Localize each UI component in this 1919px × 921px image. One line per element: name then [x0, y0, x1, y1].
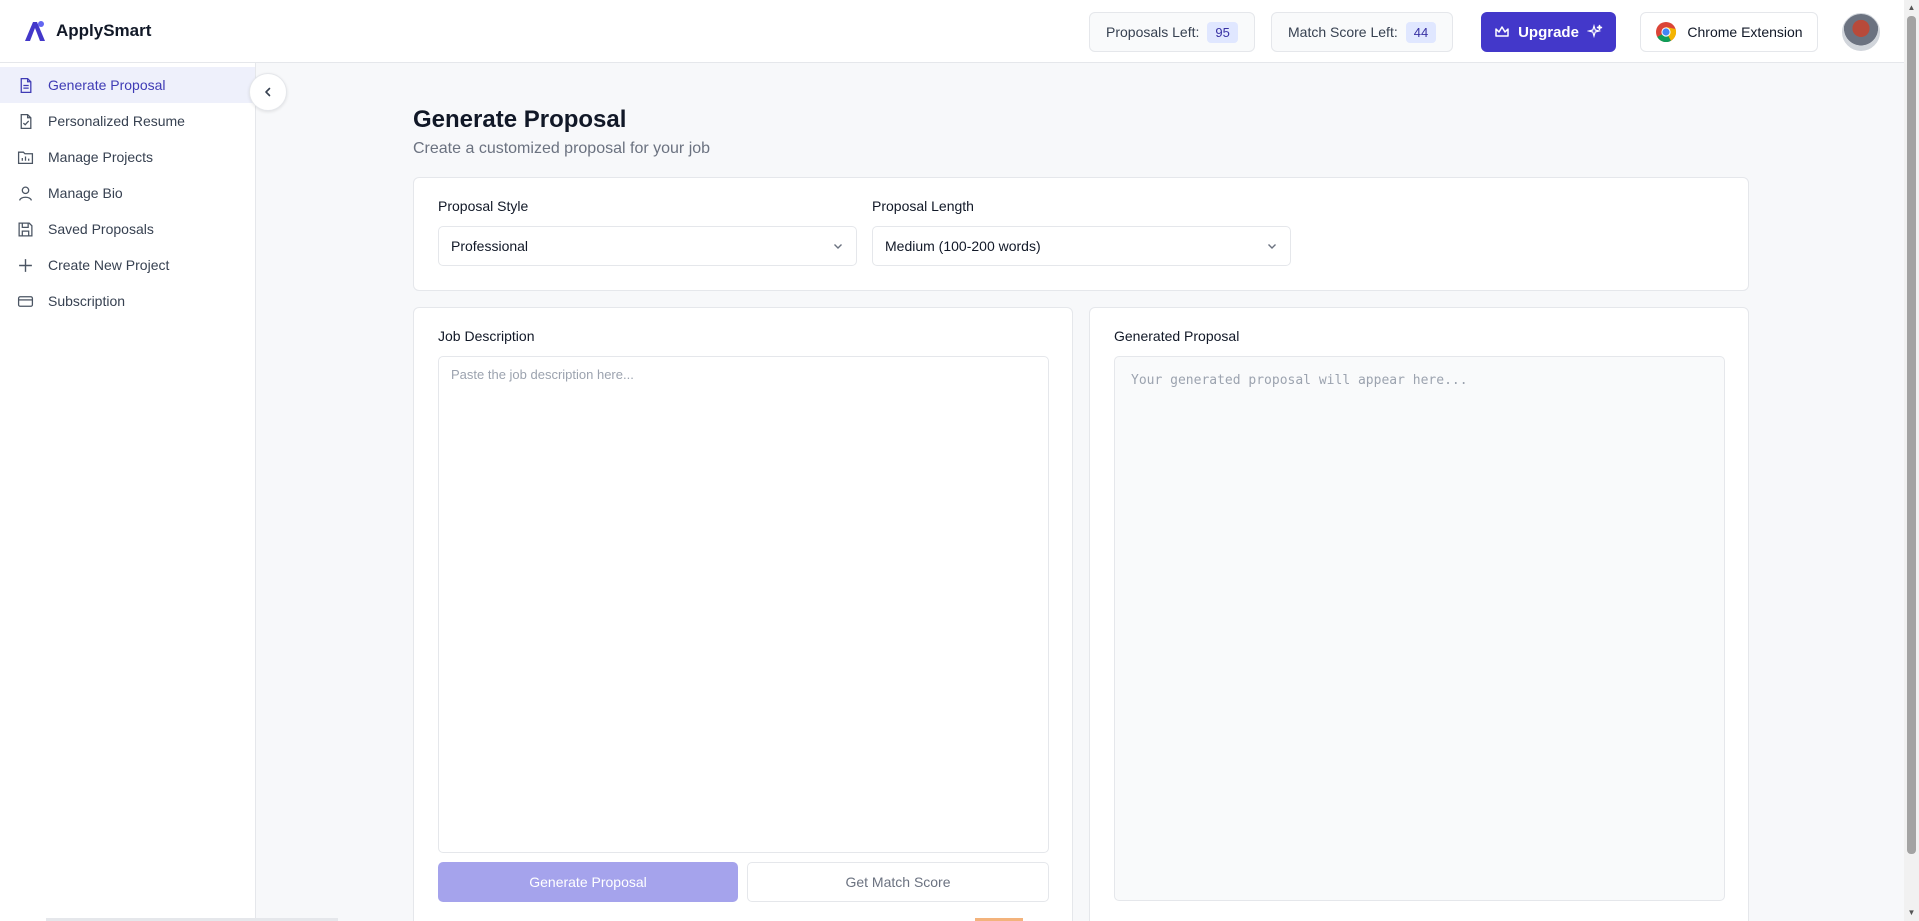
job-description-textarea[interactable]: Paste the job description here... — [438, 356, 1049, 853]
scrollbar-thumb[interactable] — [1907, 16, 1916, 854]
folder-chart-icon — [17, 151, 34, 164]
match-score-left-label: Match Score Left: — [1288, 24, 1398, 40]
sidebar-item-manage-projects[interactable]: Manage Projects — [0, 139, 255, 175]
match-score-left-counter: Match Score Left: 44 — [1271, 12, 1454, 52]
proposals-left-value: 95 — [1207, 21, 1238, 43]
top-bar: ApplySmart Proposals Left: 95 Match Scor… — [0, 0, 1904, 63]
proposals-left-counter: Proposals Left: 95 — [1089, 12, 1255, 52]
job-description-label: Job Description — [438, 328, 535, 344]
scroll-down-arrow-icon[interactable]: ▼ — [1907, 908, 1916, 917]
file-text-icon — [20, 77, 32, 93]
sidebar-item-label: Create New Project — [48, 257, 170, 273]
sidebar-item-generate-proposal[interactable]: Generate Proposal — [0, 67, 255, 103]
sidebar-item-label: Manage Projects — [48, 149, 154, 165]
file-check-icon — [20, 113, 32, 129]
generated-proposal-output[interactable]: Your generated proposal will appear here… — [1114, 356, 1725, 901]
generated-proposal-label: Generated Proposal — [1114, 328, 1240, 344]
proposal-length-select[interactable]: Medium (100-200 words) — [872, 226, 1291, 266]
sidebar-item-manage-bio[interactable]: Manage Bio — [0, 175, 255, 211]
proposal-length-value: Medium (100-200 words) — [885, 238, 1041, 254]
sidebar-item-label: Personalized Resume — [48, 113, 185, 129]
page-scrollbar[interactable]: ▲ ▼ — [1904, 0, 1919, 921]
job-description-card: Job Description Paste the job descriptio… — [413, 307, 1073, 921]
user-avatar[interactable] — [1842, 13, 1880, 51]
collapse-sidebar-button[interactable] — [249, 73, 287, 111]
crown-icon — [1495, 26, 1509, 37]
proposal-style-select[interactable]: Professional — [438, 226, 857, 266]
generated-proposal-placeholder: Your generated proposal will appear here… — [1131, 373, 1468, 388]
job-description-placeholder: Paste the job description here... — [451, 367, 634, 382]
credit-card-icon — [17, 295, 34, 307]
sidebar-item-saved-proposals[interactable]: Saved Proposals — [0, 211, 255, 247]
chrome-extension-button[interactable]: Chrome Extension — [1640, 12, 1818, 52]
chevron-down-icon — [1268, 244, 1276, 249]
sidebar: Generate Proposal Personalized Resume Ma… — [0, 63, 256, 921]
generated-proposal-card: Generated Proposal Your generated propos… — [1089, 307, 1749, 921]
get-match-score-button[interactable]: Get Match Score — [747, 862, 1049, 902]
upgrade-button[interactable]: Upgrade — [1481, 12, 1616, 52]
scroll-up-arrow-icon[interactable]: ▲ — [1907, 3, 1916, 12]
chevron-down-icon — [834, 244, 842, 249]
chevron-left-icon — [265, 87, 271, 97]
upgrade-label: Upgrade — [1518, 23, 1579, 41]
page-title: Generate Proposal — [413, 106, 627, 133]
proposals-left-label: Proposals Left: — [1106, 24, 1200, 40]
chrome-icon — [1656, 22, 1677, 43]
sidebar-item-subscription[interactable]: Subscription — [0, 283, 255, 319]
page-subtitle: Create a customized proposal for your jo… — [413, 140, 711, 157]
proposal-options-card: Proposal Style Professional Proposal Len… — [413, 177, 1749, 291]
sparkles-icon — [1586, 24, 1603, 39]
chrome-extension-label: Chrome Extension — [1687, 24, 1803, 40]
app-logo[interactable]: ApplySmart — [22, 18, 151, 44]
user-icon — [19, 185, 32, 201]
plus-icon — [19, 258, 32, 272]
sidebar-item-label: Manage Bio — [48, 185, 123, 201]
sidebar-item-create-new-project[interactable]: Create New Project — [0, 247, 255, 283]
app-name: ApplySmart — [56, 21, 152, 40]
match-score-left-value: 44 — [1405, 21, 1437, 43]
proposal-style-label: Proposal Style — [438, 198, 529, 214]
sidebar-item-label: Subscription — [48, 293, 126, 309]
generate-proposal-button[interactable]: Generate Proposal — [438, 862, 738, 902]
sidebar-item-label: Saved Proposals — [48, 221, 154, 237]
proposal-style-value: Professional — [451, 238, 529, 254]
sidebar-item-label: Generate Proposal — [48, 77, 166, 93]
save-icon — [18, 221, 33, 237]
sidebar-item-personalized-resume[interactable]: Personalized Resume — [0, 103, 255, 139]
proposal-length-label: Proposal Length — [872, 198, 974, 214]
applysmart-logo-icon — [25, 21, 45, 41]
